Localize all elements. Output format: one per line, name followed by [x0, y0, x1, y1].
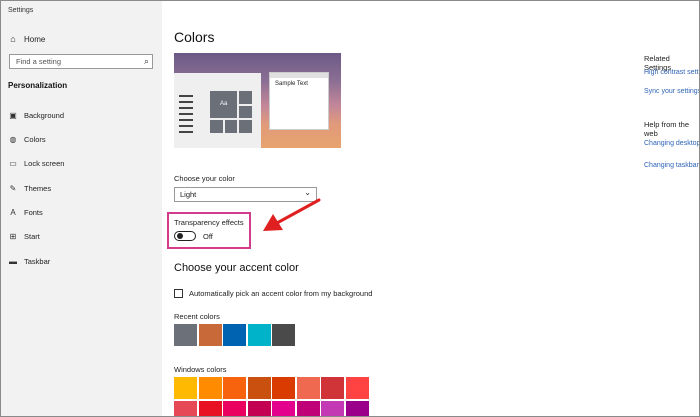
auto-accent-option[interactable]: Automatically pick an accent color from … [174, 287, 372, 299]
preview-window-bar [270, 73, 328, 78]
settings-window: Settings ⌂ Home ⌕ Personalization ▣ Back… [0, 0, 700, 417]
palette-icon: ◍ [9, 134, 17, 144]
transparency-toggle-state: Off [203, 232, 213, 241]
changing-desktop-colors-link[interactable]: Changing desktop colors [644, 139, 699, 148]
sidebar-item-label: Background [24, 110, 65, 120]
sync-settings-link[interactable]: Sync your settings [644, 87, 699, 96]
window-title: Settings [8, 7, 34, 14]
recent-color-swatch[interactable] [174, 324, 197, 346]
search-input[interactable] [10, 55, 144, 68]
color-preview: Aa Sample Text [174, 53, 341, 148]
home-icon: ⌂ [10, 34, 16, 44]
preview-sample-text: Sample Text [275, 81, 308, 87]
preview-window: Sample Text [269, 72, 329, 130]
choose-color-label: Choose your color [174, 174, 235, 183]
dropdown-value: Light [180, 190, 197, 199]
changing-taskbar-color-link[interactable]: Changing taskbar color [644, 161, 699, 170]
windows-color-swatch[interactable] [174, 377, 197, 399]
sidebar-item-label: Start [24, 231, 40, 241]
search-box[interactable]: ⌕ [9, 54, 153, 69]
sidebar-item-start[interactable]: ⊞ Start [8, 229, 40, 243]
font-icon: A [10, 207, 16, 217]
recent-color-swatch[interactable] [247, 324, 271, 346]
start-grid-icon: ⊞ [9, 231, 17, 241]
sidebar-item-label: Colors [24, 134, 46, 144]
sidebar-item-label: Lock screen [24, 158, 65, 168]
auto-accent-label: Automatically pick an accent color from … [189, 288, 373, 298]
brush-icon: ✎ [9, 183, 17, 193]
preview-tile [239, 91, 252, 104]
search-icon[interactable]: ⌕ [144, 56, 149, 67]
sidebar-item-label: Taskbar [24, 256, 51, 266]
choose-color-dropdown[interactable]: Light ⌄ [174, 187, 317, 202]
windows-colors-row [174, 377, 370, 399]
windows-color-swatch[interactable] [198, 377, 222, 399]
windows-color-swatch[interactable] [296, 377, 320, 399]
help-web-title: Help from the web [644, 120, 690, 138]
windows-color-swatch[interactable] [345, 401, 369, 416]
windows-color-swatch[interactable] [223, 377, 246, 399]
windows-color-swatch[interactable] [272, 377, 295, 399]
preview-tile [210, 120, 223, 133]
sidebar-item-fonts[interactable]: A Fonts [8, 205, 43, 219]
windows-color-swatch[interactable] [321, 401, 344, 416]
chevron-down-icon: ⌄ [304, 188, 311, 197]
auto-accent-checkbox[interactable] [174, 288, 183, 298]
sidebar-item-label: Themes [24, 183, 52, 193]
sidebar-item-colors[interactable]: ◍ Colors [8, 132, 46, 146]
page-title: Colors [174, 29, 215, 45]
windows-colors-label: Windows colors [174, 365, 227, 374]
windows-color-swatch[interactable] [198, 401, 222, 416]
windows-colors-row [174, 401, 370, 416]
home-nav-item[interactable]: ⌂ Home [8, 32, 45, 46]
high-contrast-link[interactable]: High contrast settings [644, 68, 699, 77]
sidebar-item-lock-screen[interactable]: ▭ Lock screen [8, 156, 64, 170]
preview-tile [225, 120, 237, 133]
windows-color-swatch[interactable] [174, 401, 197, 416]
recent-colors-row [174, 324, 297, 346]
preview-tile-label: Aa [220, 101, 228, 107]
recent-colors-label: Recent colors [174, 312, 220, 321]
windows-color-swatch[interactable] [272, 401, 295, 416]
sidebar: Settings ⌂ Home ⌕ Personalization ▣ Back… [1, 1, 162, 416]
recent-color-swatch[interactable] [198, 324, 222, 346]
windows-color-swatch[interactable] [296, 401, 320, 416]
monitor-lock-icon: ▭ [9, 158, 17, 168]
windows-color-swatch[interactable] [247, 401, 271, 416]
recent-color-swatch[interactable] [272, 324, 295, 346]
windows-color-swatch[interactable] [223, 401, 246, 416]
windows-color-swatch[interactable] [247, 377, 271, 399]
windows-color-swatch[interactable] [321, 377, 344, 399]
sidebar-item-themes[interactable]: ✎ Themes [8, 181, 51, 195]
transparency-toggle[interactable] [174, 231, 196, 241]
preview-menu-lines [179, 95, 193, 137]
image-icon: ▣ [9, 110, 17, 120]
preview-tile [239, 106, 252, 118]
recent-color-swatch[interactable] [223, 324, 246, 346]
sidebar-item-background[interactable]: ▣ Background [8, 108, 64, 122]
section-label-personalization: Personalization [8, 81, 68, 90]
windows-color-swatch[interactable] [345, 377, 369, 399]
sidebar-item-label: Fonts [24, 207, 43, 217]
taskbar-icon: ▬ [9, 256, 17, 266]
main-content: Colors Aa Sample Text Choose your color … [162, 1, 699, 416]
accent-color-title: Choose your accent color [174, 262, 299, 274]
home-label: Home [24, 34, 46, 44]
toggle-knob [177, 233, 183, 239]
preview-tile [239, 120, 252, 133]
sidebar-item-taskbar[interactable]: ▬ Taskbar [8, 254, 50, 268]
